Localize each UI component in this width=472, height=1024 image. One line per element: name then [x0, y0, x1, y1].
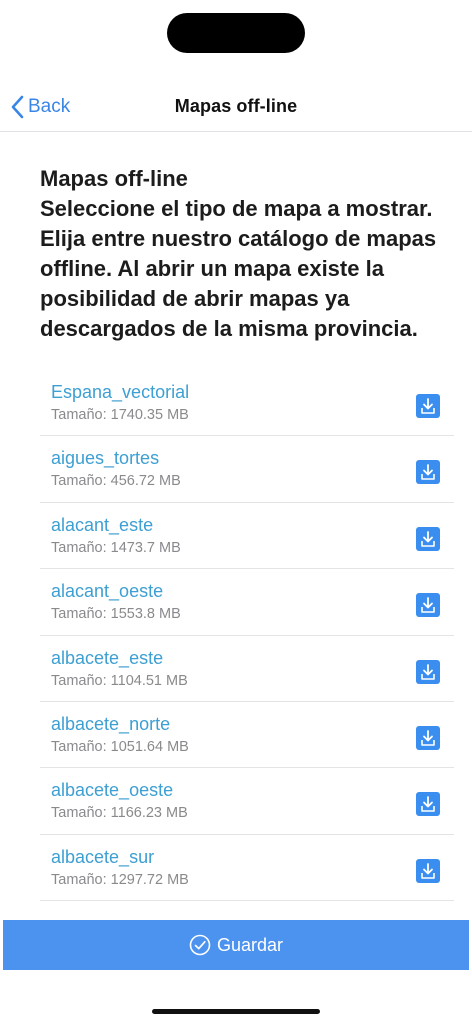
download-icon[interactable]: [416, 792, 440, 817]
app-screen: Back Mapas off-line Mapas off-line Selec…: [0, 0, 472, 1024]
dynamic-island: [167, 13, 305, 53]
map-name[interactable]: albacete_oeste: [51, 780, 173, 801]
map-name[interactable]: albacete_sur: [51, 847, 154, 868]
map-size: Tamaño: 1166.23 MB: [51, 805, 188, 822]
map-size: Tamaño: 1104.51 MB: [51, 672, 188, 689]
map-list-item[interactable]: albacete_sur Tamaño: 1297.72 MB: [40, 835, 454, 902]
map-size: Tamaño: 1740.35 MB: [51, 407, 189, 423]
map-name[interactable]: alacant_este: [51, 515, 153, 536]
map-list-item[interactable]: alacant_oeste Tamaño: 1553.8 MB: [40, 569, 454, 636]
map-size: Tamaño: 456.72 MB: [51, 473, 181, 490]
heading-description: Seleccione el tipo de mapa a mostrar. El…: [40, 196, 437, 341]
save-button-label: Guardar: [216, 934, 284, 955]
map-name[interactable]: Espana_vectorial: [51, 382, 189, 403]
map-size: Tamaño: 1473.7 MB: [51, 539, 181, 556]
map-list-item[interactable]: albacete_norte Tamaño: 1051.64 MB: [40, 702, 454, 769]
map-name[interactable]: alacant_oeste: [51, 581, 163, 602]
download-icon[interactable]: [416, 858, 440, 883]
save-button[interactable]: Guardar: [3, 920, 469, 970]
download-icon[interactable]: [416, 593, 440, 618]
check-circle-icon: [189, 934, 211, 956]
map-size: Tamaño: 1553.8 MB: [51, 606, 181, 623]
page-heading: Mapas off-line Seleccione el tipo de map…: [40, 164, 460, 344]
map-size: Tamaño: 1051.64 MB: [51, 738, 189, 755]
map-name[interactable]: aigues_tortes: [51, 448, 159, 469]
map-list: Espana_vectorial Tamaño: 1740.35 MB aigues…: [40, 370, 454, 919]
map-list-item-partial: [40, 901, 454, 919]
download-icon[interactable]: [416, 526, 440, 551]
map-list-item[interactable]: albacete_este Tamaño: 1104.51 MB: [40, 636, 454, 702]
home-indicator: [152, 1009, 320, 1014]
download-icon[interactable]: [416, 460, 440, 485]
map-list-item[interactable]: aigues_tortes Tamaño: 456.72 MB: [40, 436, 454, 503]
heading-title: Mapas off-line: [40, 166, 188, 191]
download-icon[interactable]: [416, 394, 440, 418]
map-list-item[interactable]: alacant_este Tamaño: 1473.7 MB: [40, 503, 454, 570]
map-list-item[interactable]: albacete_oeste Tamaño: 1166.23 MB: [40, 768, 454, 835]
map-name[interactable]: albacete_este: [51, 648, 163, 669]
navigation-bar: Back Mapas off-line: [0, 80, 472, 132]
download-icon[interactable]: [416, 659, 440, 684]
map-name[interactable]: albacete_norte: [51, 714, 170, 735]
map-size: Tamaño: 1297.72 MB: [51, 871, 189, 888]
download-icon[interactable]: [416, 725, 440, 750]
nav-title: Mapas off-line: [174, 96, 298, 116]
map-list-item[interactable]: Espana_vectorial Tamaño: 1740.35 MB: [40, 370, 454, 437]
